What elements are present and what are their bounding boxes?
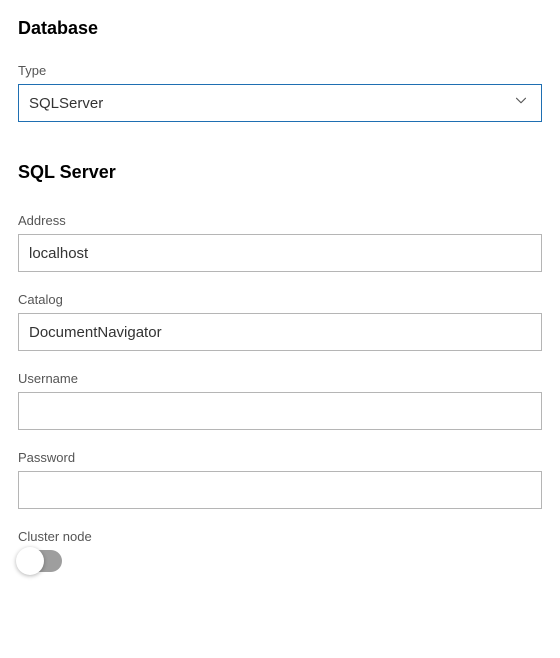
username-field: Username (18, 371, 542, 430)
address-input[interactable] (18, 234, 542, 272)
address-field: Address (18, 213, 542, 272)
type-field: Type SQLServer (18, 63, 542, 122)
cluster-field: Cluster node (18, 529, 542, 577)
username-label: Username (18, 371, 542, 386)
type-select[interactable]: SQLServer (18, 84, 542, 122)
password-input[interactable] (18, 471, 542, 509)
sqlserver-heading: SQL Server (18, 162, 542, 183)
type-select-value: SQLServer (29, 95, 103, 112)
password-label: Password (18, 450, 542, 465)
database-heading: Database (18, 18, 542, 39)
address-label: Address (18, 213, 542, 228)
toggle-knob (16, 547, 44, 575)
catalog-field: Catalog (18, 292, 542, 351)
cluster-label: Cluster node (18, 529, 542, 544)
username-input[interactable] (18, 392, 542, 430)
password-field: Password (18, 450, 542, 509)
catalog-input[interactable] (18, 313, 542, 351)
catalog-label: Catalog (18, 292, 542, 307)
type-label: Type (18, 63, 542, 78)
cluster-toggle[interactable] (18, 550, 62, 572)
